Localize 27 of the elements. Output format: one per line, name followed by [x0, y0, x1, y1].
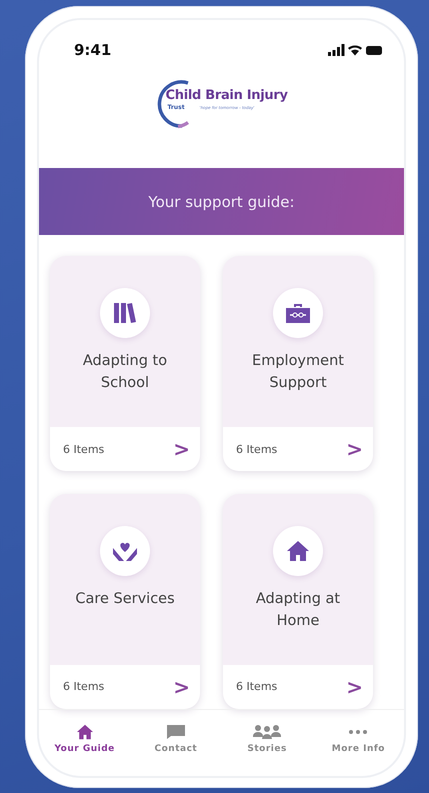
guide-card[interactable]: Employment Support 6 Items >	[223, 256, 373, 471]
house-icon	[76, 724, 94, 740]
item-count: 6 Items	[236, 680, 278, 693]
item-count: 6 Items	[236, 442, 278, 456]
chevron-icon: >	[173, 437, 190, 461]
status-icons	[328, 44, 382, 56]
people-icon	[252, 724, 282, 740]
logo-name: Child Brain Injury	[166, 88, 288, 103]
guide-card[interactable]: Adapting at Home 6 Items >	[223, 494, 373, 708]
chevron-icon: >	[173, 674, 190, 698]
books-icon	[113, 302, 137, 324]
item-count: 6 Items	[63, 680, 104, 693]
chat-icon	[166, 724, 186, 740]
banner-title: Your support guide:	[148, 192, 295, 210]
house-icon	[286, 540, 310, 562]
status-time: 9:41	[74, 41, 112, 59]
card-title: Adapting to School	[82, 352, 168, 393]
guide-card[interactable]: Care Services 6 Items >	[50, 494, 200, 708]
guide-card[interactable]: Adapting to School 6 Items >	[50, 256, 200, 471]
card-title: Care Services	[74, 590, 176, 608]
chevron-icon: >	[346, 674, 363, 698]
briefcase-icon	[285, 302, 311, 324]
item-count: 6 Items	[63, 442, 104, 456]
card-title: Employment Support	[251, 352, 345, 393]
tab[interactable]: Your Guide	[44, 722, 125, 756]
card-title: Adapting at Home	[254, 590, 342, 630]
chevron-icon: >	[346, 437, 363, 461]
